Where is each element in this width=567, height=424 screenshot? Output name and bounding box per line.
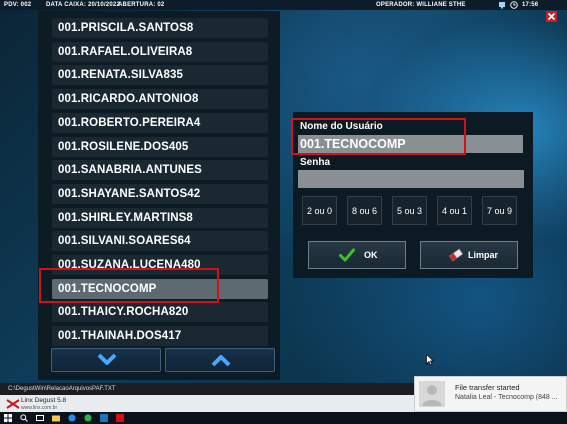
- file-explorer-icon[interactable]: [52, 414, 60, 422]
- pattern-button[interactable]: 2 ou 0: [302, 196, 337, 225]
- user-list-item[interactable]: 001.ROBERTO.PEREIRA4: [52, 112, 268, 133]
- status-path: C:\DegustWin\RelacaoArquivosPAF.TXT: [8, 386, 116, 392]
- selection-highlight: [39, 268, 219, 303]
- task-view-icon[interactable]: [36, 414, 44, 422]
- user-list-item[interactable]: 001.THAICY.ROCHA820: [52, 302, 268, 323]
- clock-icon: [510, 1, 518, 9]
- user-list-item[interactable]: 001.THAINAH.DOS417: [52, 326, 268, 347]
- user-list-item[interactable]: 001.SHIRLEY.MARTINS8: [52, 207, 268, 228]
- eraser-icon: [448, 248, 464, 262]
- avatar: [419, 381, 445, 407]
- network-icon: [499, 2, 505, 9]
- user-avatar-icon: [422, 385, 442, 406]
- user-list-item[interactable]: 001.RAFAEL.OLIVEIRA8: [52, 41, 268, 62]
- pattern-button[interactable]: 4 ou 1: [437, 196, 472, 225]
- chevron-down-icon: [97, 353, 117, 365]
- password-field[interactable]: [298, 170, 524, 188]
- checkmark-icon: [339, 248, 355, 262]
- windows-start-icon[interactable]: [4, 414, 12, 422]
- pattern-button[interactable]: 8 ou 6: [347, 196, 382, 225]
- notification-title: File transfer started: [455, 383, 520, 392]
- ok-button[interactable]: OK: [308, 241, 406, 269]
- clock-time: 17:56: [522, 2, 539, 8]
- remote-access-icon[interactable]: [100, 414, 108, 422]
- user-list-item[interactable]: 001.RENATA.SILVA835: [52, 65, 268, 86]
- user-list-item[interactable]: 001.PRISCILA.SANTOS8: [52, 18, 268, 38]
- abertura-label: ABERTURA: 02: [118, 2, 165, 8]
- file-transfer-notification[interactable]: File transfer started Natalia Leal - Tec…: [414, 376, 567, 412]
- chevron-up-icon: [211, 355, 231, 367]
- user-list-item[interactable]: 001.SANABRIA.ANTUNES: [52, 160, 268, 181]
- password-label: Senha: [300, 157, 331, 168]
- brand-site: www.linx.com.br: [21, 405, 58, 411]
- close-icon[interactable]: [546, 11, 557, 22]
- clear-button[interactable]: Limpar: [420, 241, 518, 269]
- scroll-up-button[interactable]: [165, 348, 275, 372]
- mouse-cursor-icon: [426, 354, 434, 366]
- pattern-button[interactable]: 5 ou 3: [392, 196, 427, 225]
- pdv-label: PDV: 002: [4, 2, 32, 8]
- browser-icon[interactable]: [68, 414, 76, 422]
- search-icon[interactable]: [20, 414, 28, 422]
- operador-label: OPERADOR: WILLIANE STHE: [376, 2, 466, 8]
- ok-label: OK: [364, 250, 378, 260]
- linx-logo-icon: [6, 399, 20, 409]
- pos-app-icon[interactable]: [116, 414, 124, 422]
- user-list-item[interactable]: 001.ROSILENE.DOS405: [52, 136, 268, 157]
- brand-name: Linx Degust 5.8: [21, 397, 67, 404]
- app-icon[interactable]: [84, 414, 92, 422]
- username-highlight: [291, 118, 466, 155]
- user-list-item[interactable]: 001.SHAYANE.SANTOS42: [52, 183, 268, 204]
- user-list-item[interactable]: 001.RICARDO.ANTONIO8: [52, 89, 268, 110]
- windows-taskbar: [0, 412, 567, 424]
- pattern-button[interactable]: 7 ou 9: [482, 196, 517, 225]
- notification-text: Natalia Leal - Tecnocomp (848 ...: [455, 394, 558, 401]
- clear-label: Limpar: [468, 250, 499, 260]
- date-caixa-label: DATA CAIXA: 20/10/2022: [46, 2, 120, 8]
- top-status-bar: PDV: 002 DATA CAIXA: 20/10/2022 ABERTURA…: [0, 0, 567, 10]
- user-list-item[interactable]: 001.SILVANI.SOARES64: [52, 231, 268, 252]
- scroll-down-button[interactable]: [51, 348, 161, 372]
